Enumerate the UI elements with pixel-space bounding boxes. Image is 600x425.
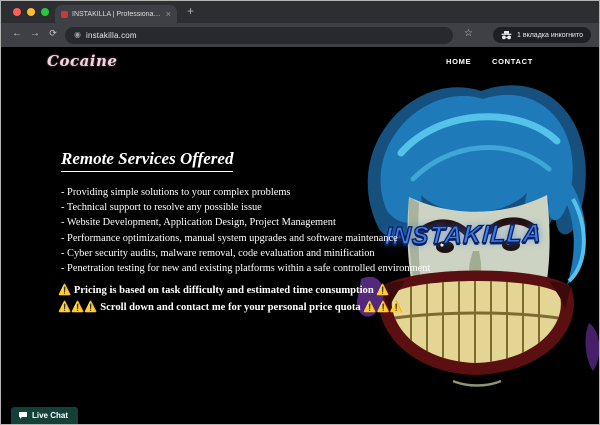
incognito-badge: 1 вкладка инкогнито bbox=[493, 27, 591, 43]
incognito-icon bbox=[501, 31, 512, 40]
webpage-viewport: Cocaine HOME CONTACT bbox=[1, 47, 599, 424]
live-chat-label: Live Chat bbox=[32, 411, 68, 420]
nav-link-home[interactable]: HOME bbox=[446, 57, 471, 66]
window-minimize-button[interactable] bbox=[27, 8, 35, 16]
service-item: - Technical support to resolve any possi… bbox=[61, 200, 430, 215]
page-title: Remote Services Offered bbox=[61, 149, 233, 172]
tab-title: INSTAKILLA | Professional Hack... bbox=[72, 11, 162, 18]
service-item: - Cyber security audits, malware removal… bbox=[61, 246, 430, 261]
incognito-badge-label: 1 вкладка инкогнито bbox=[517, 32, 583, 39]
service-item: - Providing simple solutions to your com… bbox=[61, 185, 430, 200]
live-chat-button[interactable]: Live Chat bbox=[11, 407, 78, 424]
scroll-warning: ⚠️⚠️⚠️ Scroll down and contact me for yo… bbox=[58, 300, 403, 313]
browser-titlebar: INSTAKILLA | Professional Hack... × + bbox=[1, 1, 599, 23]
tab-close-icon[interactable]: × bbox=[166, 10, 171, 19]
address-bar[interactable]: ◉ instakilla.com bbox=[65, 27, 453, 44]
browser-tab[interactable]: INSTAKILLA | Professional Hack... × bbox=[55, 5, 177, 23]
forward-icon[interactable]: → bbox=[27, 28, 43, 39]
nav-link-contact[interactable]: CONTACT bbox=[492, 57, 533, 66]
chat-bubble-icon bbox=[18, 411, 28, 420]
url-text: instakilla.com bbox=[86, 31, 137, 40]
service-item: - Website Development, Application Desig… bbox=[61, 215, 430, 230]
new-tab-button[interactable]: + bbox=[187, 4, 194, 18]
services-list: - Providing simple solutions to your com… bbox=[61, 185, 430, 276]
site-logo[interactable]: Cocaine bbox=[47, 52, 117, 70]
window-close-button[interactable] bbox=[13, 8, 21, 16]
service-item: - Penetration testing for new and existi… bbox=[61, 261, 430, 276]
bookmark-star-icon[interactable]: ☆ bbox=[464, 27, 473, 41]
browser-window: INSTAKILLA | Professional Hack... × + ← … bbox=[0, 0, 600, 425]
tab-favicon-icon bbox=[61, 11, 68, 18]
pricing-warning: ⚠️ Pricing is based on task difficulty a… bbox=[58, 283, 390, 296]
service-item: - Performance optimizations, manual syst… bbox=[61, 231, 430, 246]
reload-icon[interactable]: ⟳ bbox=[45, 28, 61, 39]
window-zoom-button[interactable] bbox=[41, 8, 49, 16]
site-info-icon[interactable]: ◉ bbox=[74, 31, 81, 39]
back-icon[interactable]: ← bbox=[9, 28, 25, 39]
